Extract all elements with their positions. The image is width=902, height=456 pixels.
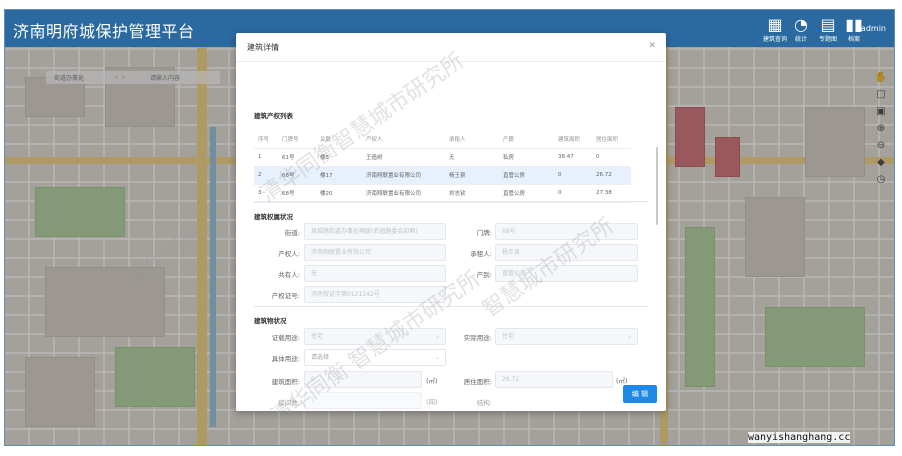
table-cell: 直管公房 xyxy=(499,184,554,203)
dialog-body[interactable]: 建筑产权列表 序号 门牌号 关联 产权人 承租人 产籍 建筑面积 居住面积 1 … xyxy=(236,63,666,369)
table-cell: 26.72 xyxy=(592,166,631,185)
building-status-title: 建筑物状况 xyxy=(254,317,287,325)
table-cell: 38.47 xyxy=(554,148,592,167)
chevron-down-icon: ⌄ xyxy=(434,333,440,340)
edit-button[interactable]: 编 辑 xyxy=(623,385,657,403)
table-cell: 无 xyxy=(445,148,499,167)
rooms-label: 房间数: xyxy=(278,399,300,407)
owner-field[interactable]: 济南翔联置业有限公司 xyxy=(304,244,446,261)
site-watermark: wanyishanghang.cc xyxy=(748,432,851,443)
dialog-title: 建筑详情 xyxy=(247,43,279,52)
table-row-selected[interactable]: 2 68号 楼17 济南翔联置业有限公司 杨王泉 直管公房 0 26.72 xyxy=(254,166,631,185)
table-cell: 王造树 xyxy=(362,148,445,167)
table-cell: 楼20 xyxy=(316,184,362,203)
actual-use-label: 实际用途: xyxy=(463,334,492,342)
street-field[interactable]: 泉城路街道办事处翔联(名园路委会印刷) xyxy=(304,223,446,240)
living-area-field[interactable]: 26.72 xyxy=(495,371,613,388)
rooms-field[interactable]: 1 xyxy=(304,392,422,409)
pie-chart-icon: ◔ xyxy=(794,15,808,34)
table-cell: 楼17 xyxy=(316,166,362,185)
close-icon[interactable]: ✕ xyxy=(648,41,656,51)
structure-label: 结构: xyxy=(476,399,492,407)
table-cell: 61号 xyxy=(278,148,316,167)
cert-use-select[interactable]: 住宅 ⌄ xyxy=(304,328,446,345)
dialog-scrollbar[interactable] xyxy=(656,147,658,225)
table-cell: 0 xyxy=(554,166,592,185)
column-header: 序号 xyxy=(254,130,278,149)
category-field[interactable]: 直管公房 xyxy=(495,265,638,282)
column-header: 关联 xyxy=(316,130,362,149)
cert-label: 产权证号: xyxy=(271,292,300,300)
living-area-unit: (㎡) xyxy=(616,377,628,385)
user-name[interactable]: admin xyxy=(861,24,886,33)
table-cell: 27.38 xyxy=(592,184,631,203)
section-divider xyxy=(254,201,648,202)
chevron-down-icon: ⌄ xyxy=(434,354,440,361)
actual-use-select[interactable]: 住宅 ⌄ xyxy=(495,328,638,345)
chevron-down-icon: ⌄ xyxy=(626,333,632,340)
column-header: 建筑面积 xyxy=(554,130,592,149)
table-cell: 楼5 xyxy=(316,148,362,167)
co-owner-field[interactable]: 无 xyxy=(304,265,446,282)
table-row[interactable]: 1 61号 楼5 王造树 无 私房 38.47 0 xyxy=(254,148,631,167)
tenant-field[interactable]: 杨王泉 xyxy=(495,244,638,261)
door-label: 门牌: xyxy=(476,229,492,237)
table-cell: 3 xyxy=(254,184,278,203)
table-cell: 2 xyxy=(254,166,278,185)
street-label: 街道: xyxy=(284,229,300,237)
cert-field[interactable]: 济房权证字第0121342号 xyxy=(304,286,446,303)
area-label: 建筑面积: xyxy=(271,378,300,386)
co-owner-label: 共有人: xyxy=(278,271,300,279)
table-cell: 济南翔联置业有限公司 xyxy=(362,166,445,185)
building-detail-dialog: 建筑详情 ✕ 建筑产权列表 序号 门牌号 关联 产权人 承租人 产籍 建筑面积 … xyxy=(236,33,666,411)
column-header: 产籍 xyxy=(499,130,554,149)
ownership-status-title: 建筑权属状况 xyxy=(254,213,293,221)
table-cell: 0 xyxy=(554,184,592,203)
table-cell: 私房 xyxy=(499,148,554,167)
owner-label: 产权人: xyxy=(278,250,300,258)
ownership-list-title: 建筑产权列表 xyxy=(254,112,293,120)
table-cell: 杨王泉 xyxy=(445,166,499,185)
door-field[interactable]: 68号 xyxy=(495,223,638,240)
tenant-label: 承租人: xyxy=(470,250,492,258)
table-cell: 刘志钦 xyxy=(445,184,499,203)
category-label: 产别: xyxy=(476,271,492,279)
app-title: 济南明府城保护管理平台 xyxy=(13,22,195,41)
table-cell: 0 xyxy=(592,148,631,167)
select-value: 住宅 xyxy=(502,333,515,340)
table-cell: 68号 xyxy=(278,184,316,203)
table-header-row: 序号 门牌号 关联 产权人 承租人 产籍 建筑面积 居住面积 xyxy=(254,130,631,149)
table-cell: 直管公房 xyxy=(499,166,554,185)
specific-use-select[interactable]: 请选择 ⌄ xyxy=(304,349,446,366)
living-area-label: 居住面积: xyxy=(463,378,492,386)
table-cell: 68号 xyxy=(278,166,316,185)
dialog-divider xyxy=(236,61,666,62)
table-cell: 1 xyxy=(254,148,278,167)
table-row[interactable]: 3 68号 楼20 济南翔联置业有限公司 刘志钦 直管公房 0 27.38 xyxy=(254,184,631,203)
nav-statistics[interactable]: ◔ 统计 xyxy=(786,15,816,44)
area-unit: (㎡) xyxy=(426,377,438,385)
area-field[interactable]: 0 xyxy=(304,371,422,388)
column-header: 居住面积 xyxy=(592,130,631,149)
column-header: 承租人 xyxy=(445,130,499,149)
section-divider xyxy=(254,306,648,307)
cert-use-label: 证载用途: xyxy=(271,334,300,342)
column-header: 产权人 xyxy=(362,130,445,149)
select-placeholder: 请选择 xyxy=(311,354,330,361)
ownership-table: 序号 门牌号 关联 产权人 承租人 产籍 建筑面积 居住面积 1 61号 楼5 … xyxy=(254,130,631,203)
select-value: 住宅 xyxy=(311,333,324,340)
rooms-unit: (间) xyxy=(426,398,438,406)
table-cell: 济南翔联置业有限公司 xyxy=(362,184,445,203)
specific-use-label: 具体用途: xyxy=(271,355,300,363)
column-header: 门牌号 xyxy=(278,130,316,149)
